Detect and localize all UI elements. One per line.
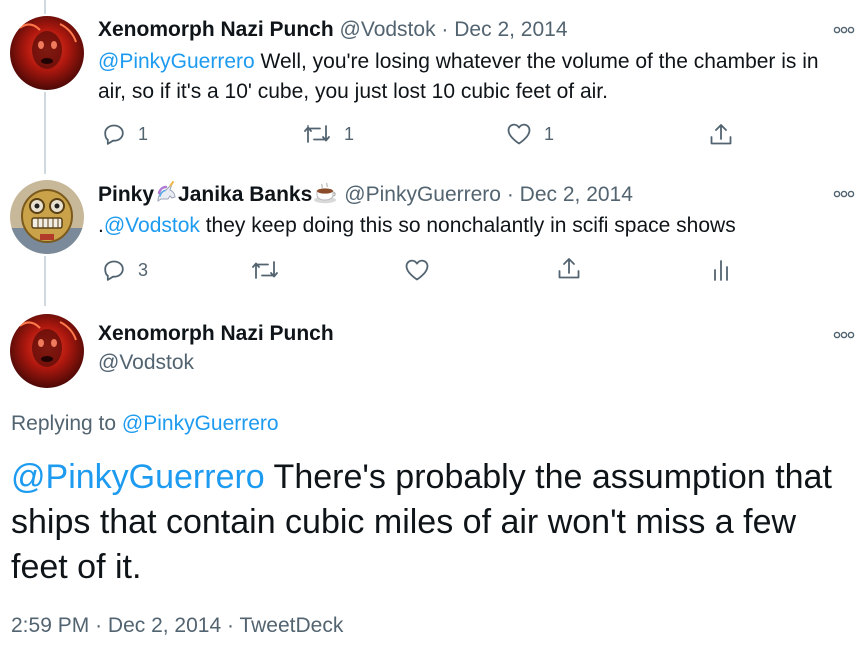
replying-prefix: Replying to xyxy=(11,412,122,435)
unicorn-emoji-icon xyxy=(157,181,176,202)
analytics-button[interactable] xyxy=(710,258,732,282)
tweet-header: Pinky Janika Banks @PinkyGuerrero · Dec … xyxy=(98,181,633,208)
replying-to: Replying to @PinkyGuerrero xyxy=(11,412,279,436)
replying-to-link[interactable]: @PinkyGuerrero xyxy=(122,412,279,435)
author-handle[interactable]: @PinkyGuerrero xyxy=(344,183,501,206)
tweet-text: @PinkyGuerrero There's probably the assu… xyxy=(11,455,851,590)
separator: · xyxy=(227,614,234,637)
author-name[interactable]: Xenomorph Nazi Punch xyxy=(98,18,334,41)
more-icon[interactable] xyxy=(833,329,855,341)
avatar[interactable] xyxy=(10,16,84,90)
tweet-date[interactable]: Dec 2, 2014 xyxy=(108,614,221,637)
share-icon xyxy=(558,258,580,279)
reply-count: 1 xyxy=(138,123,149,144)
like-button[interactable] xyxy=(404,258,430,282)
avatar[interactable] xyxy=(10,314,84,388)
author-name-part2[interactable]: Janika Banks xyxy=(178,183,312,206)
retweet-button[interactable] xyxy=(250,258,280,282)
thread-line xyxy=(44,256,46,306)
like-count: 1 xyxy=(544,123,555,144)
reply-button[interactable]: 3 xyxy=(102,258,148,282)
author-handle[interactable]: @Vodstok xyxy=(340,18,436,41)
reply-count: 3 xyxy=(138,259,149,280)
tweet-date[interactable]: Dec 2, 2014 xyxy=(454,18,567,41)
reply-icon xyxy=(104,260,124,281)
analytics-icon xyxy=(714,260,728,281)
mention-link[interactable]: @PinkyGuerrero xyxy=(11,458,265,496)
share-button[interactable] xyxy=(556,256,582,282)
author-name-part1[interactable]: Pinky xyxy=(98,183,154,206)
retweet-icon xyxy=(252,261,278,279)
more-icon[interactable] xyxy=(833,24,855,36)
more-icon[interactable] xyxy=(833,188,855,200)
tweet-text: .@Vodstok they keep doing this so noncha… xyxy=(98,211,848,241)
heart-icon xyxy=(405,259,429,281)
share-button[interactable] xyxy=(708,122,734,148)
coffee-emoji-icon xyxy=(314,182,337,204)
retweet-icon xyxy=(304,125,330,143)
share-icon xyxy=(710,124,732,145)
tweet-date[interactable]: Dec 2, 2014 xyxy=(520,183,633,206)
reply-icon xyxy=(104,124,124,145)
author-handle[interactable]: @Vodstok xyxy=(98,351,194,375)
separator: · xyxy=(441,18,449,41)
retweet-button[interactable]: 1 xyxy=(302,122,354,146)
separator: · xyxy=(506,183,514,206)
heart-icon xyxy=(507,123,531,145)
tweet-meta: 2:59 PM · Dec 2, 2014 · TweetDeck xyxy=(11,614,343,638)
tweet-text: @PinkyGuerrero Well, you're losing whate… xyxy=(98,47,848,107)
retweet-count: 1 xyxy=(344,123,355,144)
tweet-body: they keep doing this so nonchalantly in … xyxy=(199,214,736,237)
thread-line xyxy=(44,92,46,174)
tweet-time[interactable]: 2:59 PM xyxy=(11,614,89,637)
tweet-source[interactable]: TweetDeck xyxy=(239,614,343,637)
mention-link[interactable]: @Vodstok xyxy=(104,214,200,237)
thread-line xyxy=(44,0,46,14)
mention-link[interactable]: @PinkyGuerrero xyxy=(98,50,255,73)
avatar[interactable] xyxy=(10,180,84,254)
separator: · xyxy=(95,614,103,637)
tweet-header: Xenomorph Nazi Punch @Vodstok · Dec 2, 2… xyxy=(98,17,568,43)
author-name[interactable]: Xenomorph Nazi Punch xyxy=(98,322,334,346)
reply-button[interactable]: 1 xyxy=(102,122,148,146)
like-button[interactable]: 1 xyxy=(506,122,554,146)
